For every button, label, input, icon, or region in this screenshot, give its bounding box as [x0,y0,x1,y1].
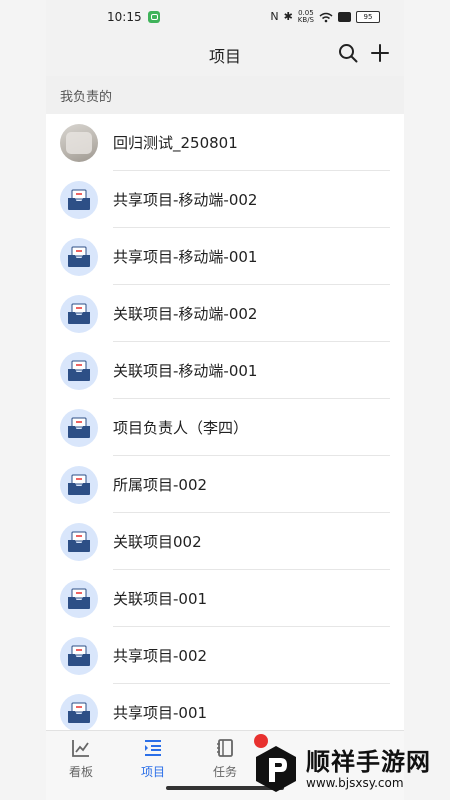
list-item[interactable]: 关联项目002 [46,513,404,570]
battery-level: 95 [363,13,373,21]
project-box-icon [60,636,98,675]
watermark-logo [256,746,296,792]
tab-tasks[interactable]: 任务 [197,737,253,780]
status-icons: N ✱ 0.05 KB/S 95 [270,10,380,24]
right-margin [404,0,450,800]
app-screen: 10:15 N ✱ 0.05 KB/S 95 项目 我负责的 回归测试_2508… [46,0,404,800]
project-name: 关联项目002 [113,533,202,551]
project-name: 共享项目-移动端-001 [113,248,258,266]
watermark-name: 顺祥手游网 [306,748,431,776]
notebook-icon [217,739,233,757]
status-time: 10:15 [107,10,142,24]
project-box-icon [60,351,98,390]
list-item[interactable]: 关联项目-移动端-002 [46,285,404,342]
status-bar: 10:15 N ✱ 0.05 KB/S 95 [46,0,404,34]
project-name: 共享项目-002 [113,647,208,665]
section-header: 我负责的 [46,76,404,114]
project-box-icon [60,237,98,276]
watermark-url: www.bjsxsy.com [306,776,404,790]
project-list: 回归测试_250801 共享项目-移动端-002 共享项目-移动端-001 关联… [46,114,404,741]
project-name: 关联项目-移动端-001 [113,362,258,380]
battery-icon: 95 [356,11,380,23]
project-name: 关联项目-移动端-002 [113,305,258,323]
project-box-icon [60,180,98,219]
list-item[interactable]: 共享项目-移动端-002 [46,171,404,228]
project-name: 回归测试_250801 [113,134,238,152]
section-title: 我负责的 [60,89,113,105]
tab-label: 任务 [212,765,237,779]
network-speed-unit: KB/S [297,16,314,24]
list-item[interactable]: 项目负责人（李四） [46,399,404,456]
tab-kanban[interactable]: 看板 [53,737,109,780]
list-item[interactable]: 所属项目-002 [46,456,404,513]
project-box-icon [60,522,98,561]
app-notification-icon [148,11,160,23]
list-item[interactable]: 回归测试_250801 [46,114,404,171]
project-box-icon [60,294,98,333]
project-name: 共享项目-001 [113,704,208,722]
sim-icon [338,12,351,22]
list-item[interactable]: 共享项目-002 [46,627,404,684]
page-title: 项目 [208,47,241,66]
watermark: 顺祥手游网 www.bjsxsy.com [254,738,450,800]
list-item[interactable]: 共享项目-移动端-001 [46,228,404,285]
tab-projects[interactable]: 项目 [125,737,181,780]
tab-label: 项目 [140,765,165,779]
project-box-icon [60,579,98,618]
bluetooth-icon: ✱ [283,10,293,23]
project-box-icon [60,408,98,447]
project-box-icon [60,693,98,732]
search-icon[interactable] [338,43,358,63]
add-icon[interactable] [370,43,390,63]
nfc-icon: N [270,10,279,23]
project-photo-avatar [60,123,98,162]
project-name: 关联项目-001 [113,590,208,608]
wifi-icon [319,12,333,22]
list-item[interactable]: 关联项目-001 [46,570,404,627]
project-name: 项目负责人（李四） [113,419,249,437]
project-box-icon [60,465,98,504]
nav-header: 项目 [46,34,404,76]
list-item[interactable]: 关联项目-移动端-001 [46,342,404,399]
project-name: 所属项目-002 [113,476,208,494]
watermark-text: 顺祥手游网 www.bjsxsy.com [306,748,431,790]
left-margin [0,0,46,800]
chart-icon [72,740,89,757]
list-indent-icon [145,740,161,756]
tab-label: 看板 [68,765,93,779]
project-name: 共享项目-移动端-002 [113,191,258,209]
network-speed: 0.05 KB/S [298,10,314,24]
